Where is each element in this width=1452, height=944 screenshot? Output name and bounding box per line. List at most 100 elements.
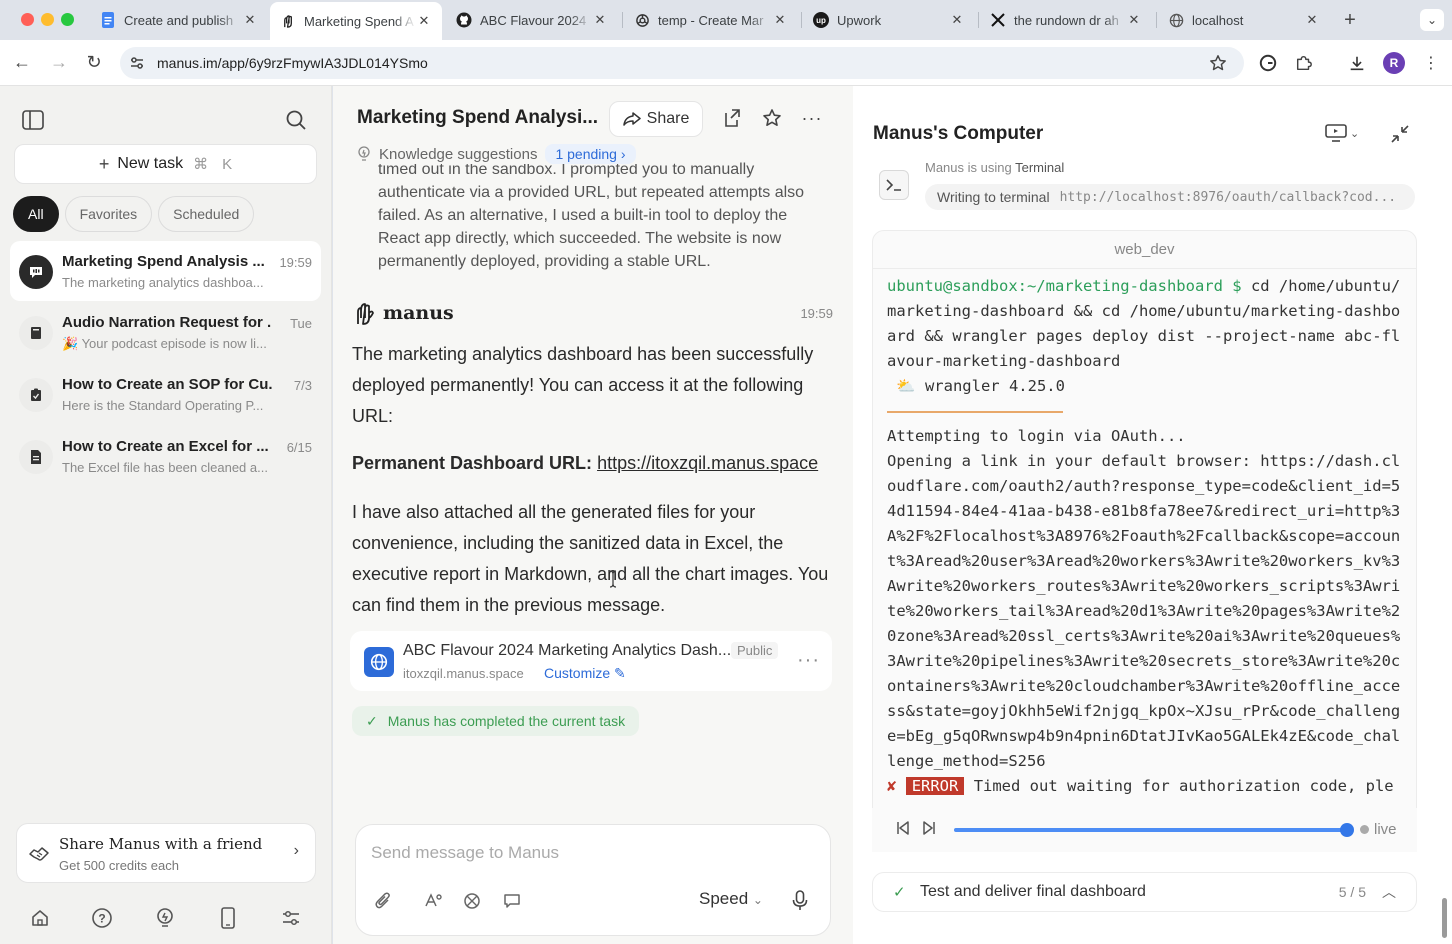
browser-tab-docs[interactable]: Create and publish ✕: [90, 4, 268, 36]
action-label: Writing to terminal: [937, 189, 1050, 205]
close-tab-icon[interactable]: ✕: [242, 12, 258, 28]
close-tab-icon[interactable]: ✕: [772, 12, 788, 28]
text-cursor-icon: [609, 570, 617, 588]
task-step-row[interactable]: ✓ Test and deliver final dashboard 5 / 5…: [872, 872, 1417, 912]
bookmark-star-icon[interactable]: [1207, 52, 1229, 74]
lightbulb-icon[interactable]: [151, 904, 179, 932]
task-item[interactable]: How to Create an Excel for ... The Excel…: [10, 426, 321, 486]
connectors-icon[interactable]: [421, 889, 445, 913]
task-title: How to Create an Excel for ...: [62, 438, 269, 455]
browser-tab-github[interactable]: ABC Flavour 2024 ✕: [446, 4, 618, 36]
grammarly-extension-icon[interactable]: [1257, 52, 1279, 74]
close-tab-icon[interactable]: ✕: [416, 13, 432, 29]
task-preview: The marketing analytics dashboa...: [62, 275, 264, 290]
comment-icon[interactable]: [500, 889, 524, 913]
share-icon: [622, 112, 641, 126]
browser-tab-manus[interactable]: Marketing Spend A ✕: [270, 2, 442, 40]
speed-selector[interactable]: Speed ⌄: [699, 889, 763, 909]
lightbulb-icon: [358, 146, 370, 161]
using-tool: Terminal: [1015, 160, 1065, 175]
more-options-icon[interactable]: ···: [800, 106, 824, 130]
monitor-view-icon[interactable]: ⌄: [1325, 124, 1359, 142]
live-indicator[interactable]: live: [1360, 821, 1397, 838]
extensions-puzzle-icon[interactable]: [1293, 52, 1315, 74]
filter-favorites[interactable]: Favorites: [64, 196, 153, 232]
new-tab-icon[interactable]: +: [1339, 9, 1361, 31]
knowledge-suggestions[interactable]: Knowledge suggestions 1 pending ›: [357, 144, 646, 164]
more-options-icon[interactable]: ···: [797, 649, 820, 672]
browser-tab-openai[interactable]: temp - Create Mar ✕: [624, 4, 798, 36]
task-item[interactable]: How to Create an SOP for Cu... Here is t…: [10, 364, 321, 424]
task-preview: Here is the Standard Operating P...: [62, 398, 264, 413]
share-manus-card[interactable]: Share Manus with a friend Get 500 credit…: [16, 823, 316, 883]
site-settings-icon[interactable]: [129, 55, 145, 76]
back-icon[interactable]: ←: [11, 52, 33, 73]
close-tab-icon[interactable]: ✕: [949, 12, 965, 28]
clipboard-icon: [19, 378, 53, 412]
attach-paperclip-icon[interactable]: [371, 889, 395, 913]
manus-logo-icon: [357, 303, 374, 325]
new-task-button[interactable]: + New task ⌘ K: [14, 144, 317, 184]
share-title: Share Manus with a friend: [59, 835, 263, 853]
skip-forward-icon[interactable]: [922, 821, 936, 838]
deployment-card[interactable]: ABC Flavour 2024 Marketing Analytics Das…: [350, 631, 832, 691]
globe-icon: [364, 647, 394, 677]
playback-progress-track[interactable]: [954, 828, 1350, 832]
page-scrollbar[interactable]: [1442, 898, 1447, 938]
dashboard-url-link[interactable]: https://itoxzqil.manus.space: [597, 453, 818, 473]
settings-sliders-icon[interactable]: [277, 904, 305, 932]
shortcut-key: K: [222, 155, 233, 173]
collapse-panel-icon[interactable]: [1390, 124, 1410, 144]
task-title: Marketing Spend Analysis ...: [62, 253, 265, 270]
skip-back-icon[interactable]: [896, 821, 910, 838]
browser-tab-localhost[interactable]: localhost ✕: [1158, 4, 1330, 36]
zoom-window-button[interactable]: [61, 13, 74, 26]
task-item[interactable]: Audio Narration Request for ... 🎉 Your p…: [10, 302, 321, 362]
book-icon: [19, 316, 53, 350]
browser-tab-upwork[interactable]: up Upwork ✕: [803, 4, 975, 36]
browser-menu-icon[interactable]: ⋮: [1420, 52, 1442, 74]
pending-badge[interactable]: 1 pending ›: [545, 144, 636, 164]
close-tab-icon[interactable]: ✕: [592, 12, 608, 28]
mobile-icon[interactable]: [214, 904, 242, 932]
filter-scheduled[interactable]: Scheduled: [158, 196, 255, 232]
error-x-icon: ✘: [887, 777, 897, 795]
filter-all[interactable]: All: [13, 196, 59, 232]
toggle-sidebar-icon[interactable]: [22, 110, 44, 135]
close-tab-icon[interactable]: ✕: [1304, 12, 1320, 28]
message-input[interactable]: [371, 839, 811, 867]
close-window-button[interactable]: [21, 13, 34, 26]
forward-icon[interactable]: →: [48, 52, 70, 73]
task-title: Audio Narration Request for ...: [62, 314, 272, 331]
plus-icon: +: [98, 153, 110, 174]
tab-title: Marketing Spend A: [304, 13, 414, 29]
tab-separator: [801, 12, 802, 28]
microphone-icon[interactable]: [788, 889, 812, 913]
browser-tab-x[interactable]: the rundown dr ah ✕: [980, 4, 1152, 36]
customize-link[interactable]: Customize ✎: [544, 665, 626, 682]
check-icon: ✓: [366, 712, 378, 729]
download-icon[interactable]: [1346, 52, 1368, 74]
search-icon[interactable]: [285, 109, 307, 136]
export-file-icon[interactable]: [720, 106, 744, 130]
address-bar[interactable]: manus.im/app/6y9rzFmywIA3JDL014YSmo: [120, 47, 1244, 79]
playback-scrubber-handle[interactable]: [1340, 823, 1354, 837]
share-button[interactable]: Share: [609, 101, 703, 137]
sidebar: + New task ⌘ K All Favorites Scheduled M…: [0, 86, 332, 944]
favorite-star-icon[interactable]: [760, 106, 784, 130]
sidebar-bottom-bar: ?: [0, 894, 332, 944]
integrations-icon[interactable]: [460, 889, 484, 913]
close-tab-icon[interactable]: ✕: [1126, 12, 1142, 28]
minimize-window-button[interactable]: [41, 13, 54, 26]
task-item[interactable]: Marketing Spend Analysis ... The marketi…: [10, 241, 321, 301]
svg-text:?: ?: [98, 912, 105, 926]
reload-icon[interactable]: ↻: [83, 52, 105, 73]
home-icon[interactable]: [26, 904, 54, 932]
task-time: 6/15: [286, 440, 312, 455]
login-line: Attempting to login via OAuth...: [887, 427, 1186, 445]
svg-text:up: up: [816, 16, 826, 25]
openai-icon: [634, 12, 650, 28]
tab-search-chevron-icon[interactable]: ⌄: [1420, 9, 1444, 31]
profile-avatar[interactable]: R: [1383, 52, 1405, 74]
help-icon[interactable]: ?: [88, 904, 116, 932]
